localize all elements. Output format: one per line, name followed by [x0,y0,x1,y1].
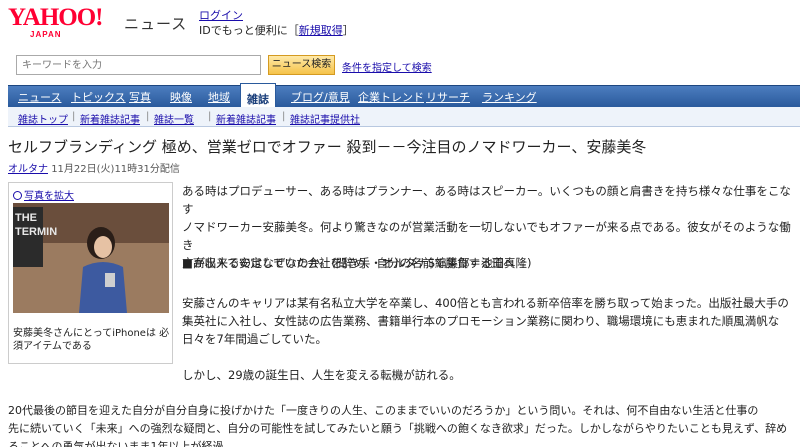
paragraph-line: 安藤さんのキャリアは某有名私立大学を卒業し、400倍とも言われる新卒倍率を勝ち取… [182,296,789,310]
magazine-subnav: 雑誌トップ | 新着雑誌記事 | 雑誌一覧 | 新着雑誌記事 | 雑誌記事提供社 [8,107,800,127]
yahoo-japan-logo[interactable]: YAHOO! JAPAN [8,4,103,40]
advanced-search-link[interactable]: 条件を指定して検索 [342,59,432,74]
login-box: ログイン IDでもっと便利に［新規取得］ [199,8,354,38]
paragraph-line: ノマドワーカー安藤美冬。何より驚きなのが営業活動を一切しないでもオファーが来る点… [182,220,791,252]
article-meta: オルタナ 11月22日(火)11時31分配信 [8,160,180,175]
paragraph-line: 集英社に入社し、女性誌の広告業務、書籍単行本のプロモーション業務に関わり、職場環… [182,314,780,328]
subnav-new-articles[interactable]: 新着雑誌記事 [80,111,140,126]
logo-subtitle: JAPAN [30,30,62,39]
subnav-separator: | [282,111,286,122]
paragraph-line: しかし、29歳の誕生日、人生を変える転機が訪れる。 [182,368,461,382]
subnav-magazine-top[interactable]: 雑誌トップ [18,111,68,126]
photo-caption: 安藤美冬さんにとってiPhoneは 必須アイテムである [13,328,170,352]
subnav-separator: | [146,111,150,122]
search-input[interactable] [16,55,261,75]
enlarge-photo-label: 写真を拡大 [24,191,74,202]
nav-item-trend[interactable]: 企業トレンド [358,89,424,105]
article-photo[interactable]: THE TERMIN [13,203,169,313]
nav-item-photos[interactable]: 写真 [129,89,151,105]
paragraph-line: 先に続いていく「未来」への強烈な疑問と、自分の可能性を試してみたいと願う「挑戦へ… [8,422,788,435]
logo-wordmark: YAHOO! [8,4,103,31]
login-prompt: IDでもっと便利に［ [199,24,299,37]
paragraph-line: 20代最後の節目を迎えた自分が自分自身に投げかけた「一度きりの人生、このままでい… [8,404,759,417]
nav-item-blog[interactable]: ブログ/意見 [291,89,350,105]
subnav-magazine-list[interactable]: 雑誌一覧 [154,111,194,126]
article-paragraph-3: しかし、29歳の誕生日、人生を変える転機が訪れる。 [182,366,792,384]
publish-date: 11月22日(火)11時31分配信 [51,164,180,175]
subnav-separator: | [208,111,212,122]
paragraph-line: ある時はプロデューサー、ある時はプランナー、ある時はスピーカー。いくつもの顔と肩… [182,184,791,216]
register-suffix: ］ [342,24,354,37]
register-link[interactable]: 新規取得 [299,24,343,37]
nav-item-topics[interactable]: トピックス [71,89,126,105]
article-paragraph-4: 20代最後の節目を迎えた自分が自分自身に投げかけた「一度きりの人生、このままでい… [8,402,798,447]
paragraph-line: ■高収入で安定していた会社を辞め、自分の名前で勝負する道へ [182,256,515,270]
magnifier-icon [13,191,22,200]
source-link[interactable]: オルタナ [8,164,48,175]
news-search-button[interactable]: ニュース検索 [268,55,335,75]
subnav-providers[interactable]: 雑誌記事提供社 [290,111,360,126]
search-bar: ニュース検索 条件を指定して検索 [8,54,800,77]
nav-item-local[interactable]: 地域 [208,89,230,105]
main-nav: ニュース トピックス 写真 映像 地域 雑誌 ブログ/意見 企業トレンド リサー… [8,83,800,108]
nav-item-news[interactable]: ニュース [18,89,61,105]
page-header: YAHOO! JAPAN ニュース ログイン IDでもっと便利に［新規取得］ [0,0,800,48]
article-subheading: ■高収入で安定していた会社を辞め、自分の名前で勝負する道へ [182,254,792,272]
article-paragraph-2: 安藤さんのキャリアは某有名私立大学を卒業し、400倍とも言われる新卒倍率を勝ち取… [182,294,792,348]
nav-item-ranking[interactable]: ランキング [482,89,537,105]
enlarge-photo-link[interactable]: 写真を拡大 [13,187,74,202]
photo-box: 写真を拡大 THE TERMIN 安藤美冬さんにとってiPhoneは 必須アイテ… [8,182,173,364]
nav-item-research[interactable]: リサーチ [426,89,470,105]
svg-text:THE: THE [15,212,37,224]
paragraph-line: 日々を7年間過ごしていた。 [182,332,327,346]
svg-text:TERMIN: TERMIN [15,226,57,238]
paragraph-line: ることへの勇気が出ないまま1年以上が経過 [8,440,224,447]
subnav-new-articles-2[interactable]: 新着雑誌記事 [216,111,276,126]
nav-item-magazine[interactable]: 雑誌 [240,83,276,108]
subnav-separator: | [72,111,76,122]
service-name: ニュース [124,15,188,33]
nav-item-video[interactable]: 映像 [170,89,192,105]
article-title: セルフブランディング 極め、営業ゼロでオファー 殺到－－今注目のノマドワーカー、… [8,138,647,156]
login-link[interactable]: ログイン [199,9,243,22]
